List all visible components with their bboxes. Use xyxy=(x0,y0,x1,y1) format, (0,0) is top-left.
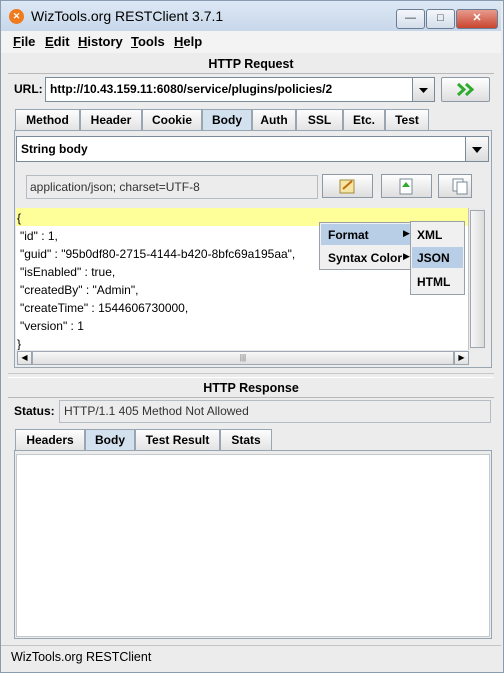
format-html-item[interactable]: HTML xyxy=(417,275,450,289)
body-type-select[interactable]: String body xyxy=(16,136,466,162)
tab-response-test-result[interactable]: Test Result xyxy=(135,429,220,451)
body-type-dropdown-button[interactable] xyxy=(465,136,489,162)
tab-body[interactable]: Body xyxy=(202,109,252,131)
code-line: "createTime" : 1544606730000, xyxy=(20,301,189,315)
app-icon: ✕ xyxy=(9,9,24,24)
request-tabs: Method Header Cookie Body Auth SSL Etc. … xyxy=(15,109,490,131)
context-menu-format[interactable]: Format ▶ xyxy=(321,224,412,245)
body-vertical-scrollbar[interactable] xyxy=(468,208,485,350)
context-menu: Format ▶ Syntax Color ▶ xyxy=(319,222,414,270)
request-separator xyxy=(8,73,494,74)
status-bar-text: WizTools.org RESTClient xyxy=(11,650,152,664)
body-horizontal-scrollbar[interactable]: ◀ ||| ▶ xyxy=(16,350,469,365)
edit-content-type-button[interactable] xyxy=(322,174,373,198)
response-tab-panel xyxy=(14,450,492,639)
context-menu-syntax-color[interactable]: Syntax Color ▶ xyxy=(321,247,412,268)
code-line: } xyxy=(17,337,22,351)
code-line: "version" : 1 xyxy=(20,319,84,333)
menu-bar xyxy=(1,31,501,53)
menu-tools[interactable]: Tools xyxy=(131,34,165,49)
request-section-title: HTTP Request xyxy=(208,57,294,71)
body-type-value: String body xyxy=(21,142,88,156)
file-upload-icon xyxy=(399,178,413,195)
horizontal-scroll-thumb[interactable]: ||| xyxy=(32,351,454,365)
code-line: "createdBy" : "Admin", xyxy=(20,283,139,297)
minimize-button[interactable]: — xyxy=(396,9,425,29)
tab-header[interactable]: Header xyxy=(80,109,142,131)
syntax-color-label: Syntax Color xyxy=(328,251,403,265)
menu-file[interactable]: File xyxy=(13,34,35,49)
url-dropdown-button[interactable] xyxy=(412,77,435,102)
tab-response-stats[interactable]: Stats xyxy=(220,429,272,451)
submenu-arrow-icon: ▶ xyxy=(403,228,410,238)
tab-response-body[interactable]: Body xyxy=(85,429,135,451)
tab-response-headers[interactable]: Headers xyxy=(15,429,85,451)
menu-help[interactable]: Help xyxy=(174,34,202,49)
go-button[interactable] xyxy=(441,77,490,102)
content-type-value: application/json; charset=UTF-8 xyxy=(30,180,200,194)
menu-edit[interactable]: Edit xyxy=(45,34,70,49)
tab-auth[interactable]: Auth xyxy=(252,109,296,131)
format-json-item[interactable]: JSON xyxy=(412,247,463,268)
tab-cookie[interactable]: Cookie xyxy=(142,109,202,131)
chevron-down-icon xyxy=(419,88,428,93)
code-line: "isEnabled" : true, xyxy=(20,265,116,279)
maximize-button[interactable]: □ xyxy=(426,9,455,29)
code-line: "guid" : "95b0df80-2715-4144-b420-8bfc69… xyxy=(20,247,296,261)
response-section-title: HTTP Response xyxy=(203,381,299,395)
copy-icon xyxy=(452,178,468,195)
status-label: Status: xyxy=(14,404,55,418)
response-body-area[interactable] xyxy=(16,454,490,637)
status-value: HTTP/1.1 405 Method Not Allowed xyxy=(64,404,249,418)
tab-test[interactable]: Test xyxy=(385,109,429,131)
response-tabs: Headers Body Test Result Stats xyxy=(15,429,490,451)
panel-splitter[interactable] xyxy=(8,373,494,378)
submenu-arrow-icon: ▶ xyxy=(403,251,410,261)
edit-note-icon xyxy=(339,179,355,194)
format-json-label: JSON xyxy=(417,251,450,265)
format-xml-item[interactable]: XML xyxy=(417,228,442,242)
double-arrow-right-icon xyxy=(456,82,475,97)
url-value: http://10.43.159.11:6080/service/plugins… xyxy=(50,82,333,96)
format-submenu: XML JSON HTML xyxy=(410,221,465,295)
status-bar: WizTools.org RESTClient xyxy=(1,645,501,672)
format-label: Format xyxy=(328,228,369,242)
response-separator xyxy=(8,397,494,398)
tab-ssl[interactable]: SSL xyxy=(296,109,343,131)
url-label: URL: xyxy=(14,82,43,96)
load-file-button[interactable] xyxy=(381,174,432,198)
copy-button[interactable] xyxy=(438,174,472,198)
chevron-down-icon xyxy=(472,147,482,153)
code-line: "id" : 1, xyxy=(20,229,58,243)
tab-etc[interactable]: Etc. xyxy=(343,109,385,131)
content-type-field[interactable]: application/json; charset=UTF-8 xyxy=(26,175,318,199)
menu-history[interactable]: History xyxy=(78,34,123,49)
scroll-right-icon[interactable]: ▶ xyxy=(454,351,469,365)
vertical-scroll-thumb[interactable] xyxy=(470,210,485,348)
tab-method[interactable]: Method xyxy=(15,109,80,131)
url-input[interactable]: http://10.43.159.11:6080/service/plugins… xyxy=(45,77,413,102)
window-title: WizTools.org RESTClient 3.7.1 xyxy=(31,8,224,24)
status-field: HTTP/1.1 405 Method Not Allowed xyxy=(59,400,491,423)
close-button[interactable]: ✕ xyxy=(456,9,498,29)
scroll-left-icon[interactable]: ◀ xyxy=(17,351,32,365)
code-line: { xyxy=(17,211,22,225)
